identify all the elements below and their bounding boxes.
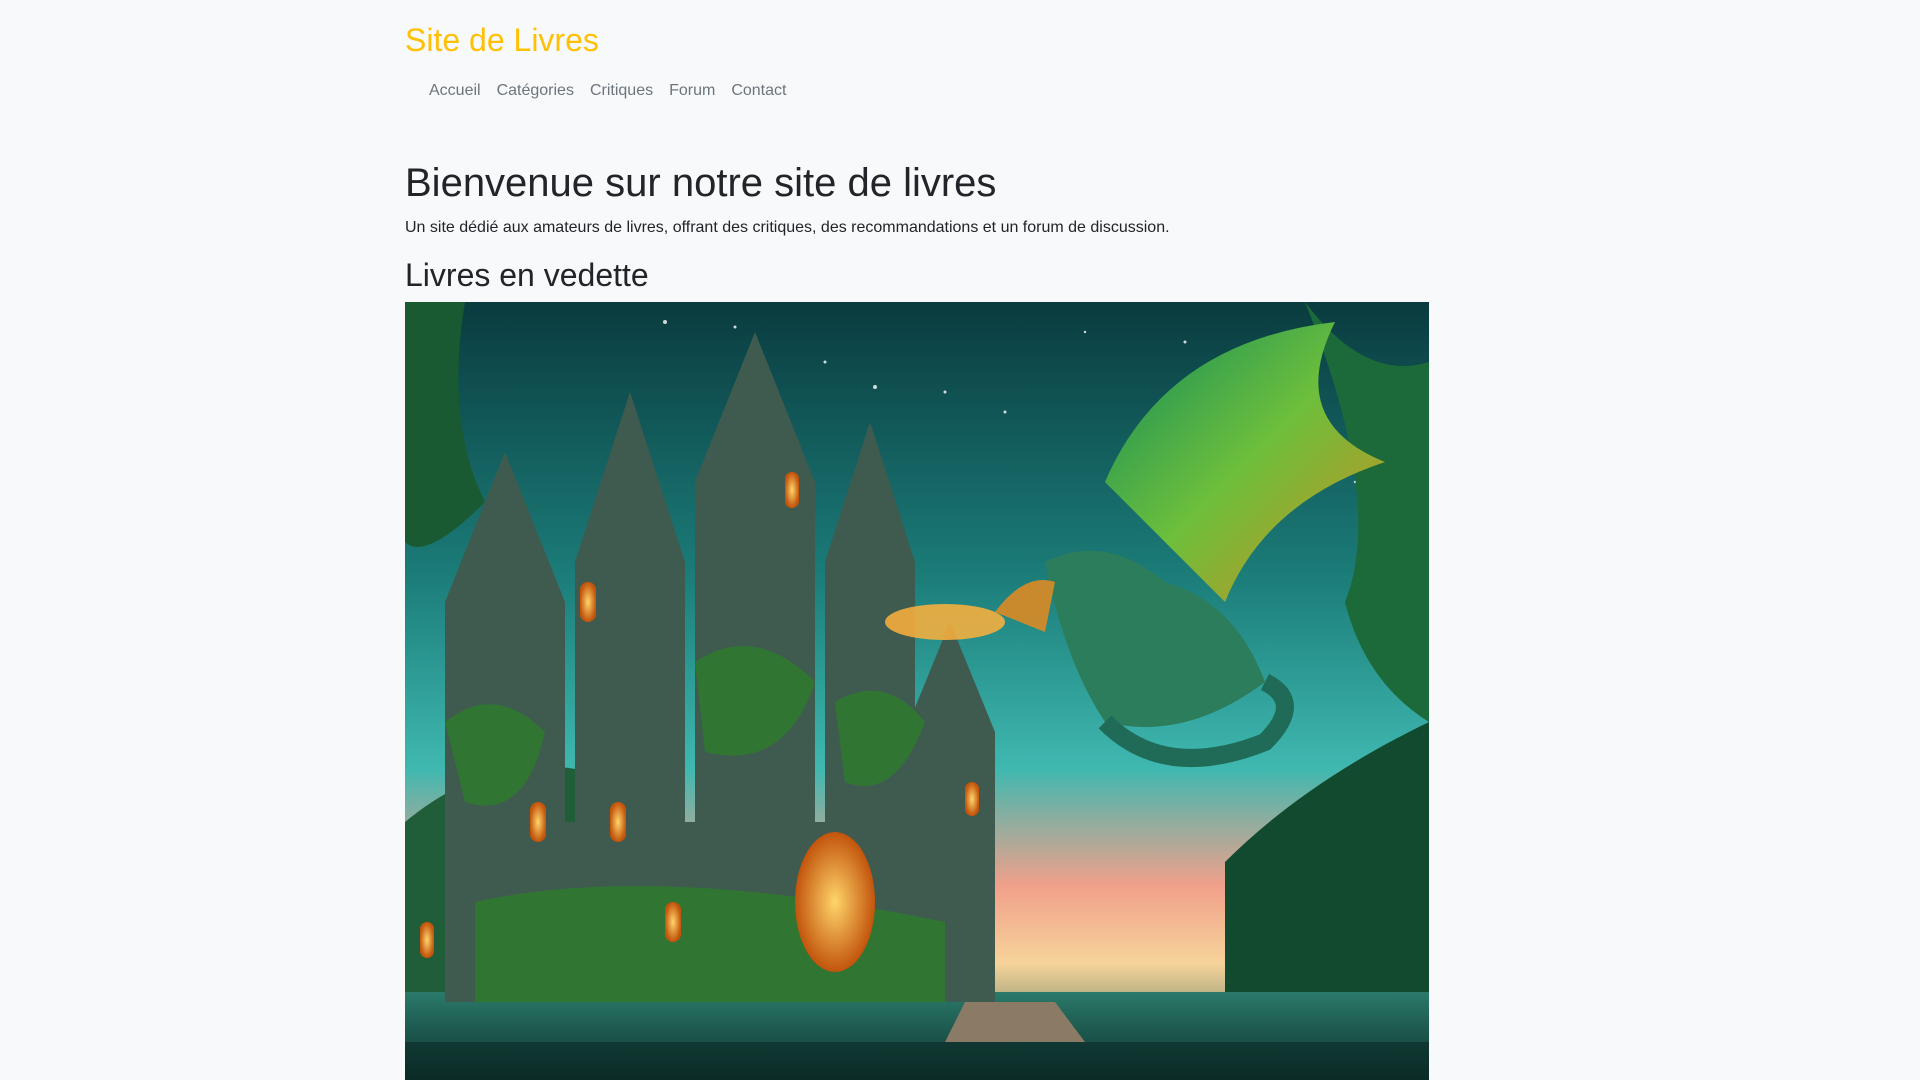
featured-book-image	[405, 302, 1429, 1080]
site-brand[interactable]: Site de Livres	[405, 20, 599, 60]
castle-dragon-illustration	[405, 302, 1429, 1080]
nav-item-critiques[interactable]: Critiques	[590, 80, 653, 102]
main-nav: Accueil Catégories Critiques Forum Conta…	[429, 80, 802, 102]
page-title: Bienvenue sur notre site de livres	[405, 161, 997, 205]
nav-item-categories[interactable]: Catégories	[497, 80, 574, 102]
nav-item-contact[interactable]: Contact	[731, 80, 786, 102]
nav-item-forum[interactable]: Forum	[669, 80, 715, 102]
nav-item-accueil[interactable]: Accueil	[429, 80, 481, 102]
page-subtitle: Un site dédié aux amateurs de livres, of…	[405, 219, 1170, 236]
featured-books-heading: Livres en vedette	[405, 257, 649, 293]
